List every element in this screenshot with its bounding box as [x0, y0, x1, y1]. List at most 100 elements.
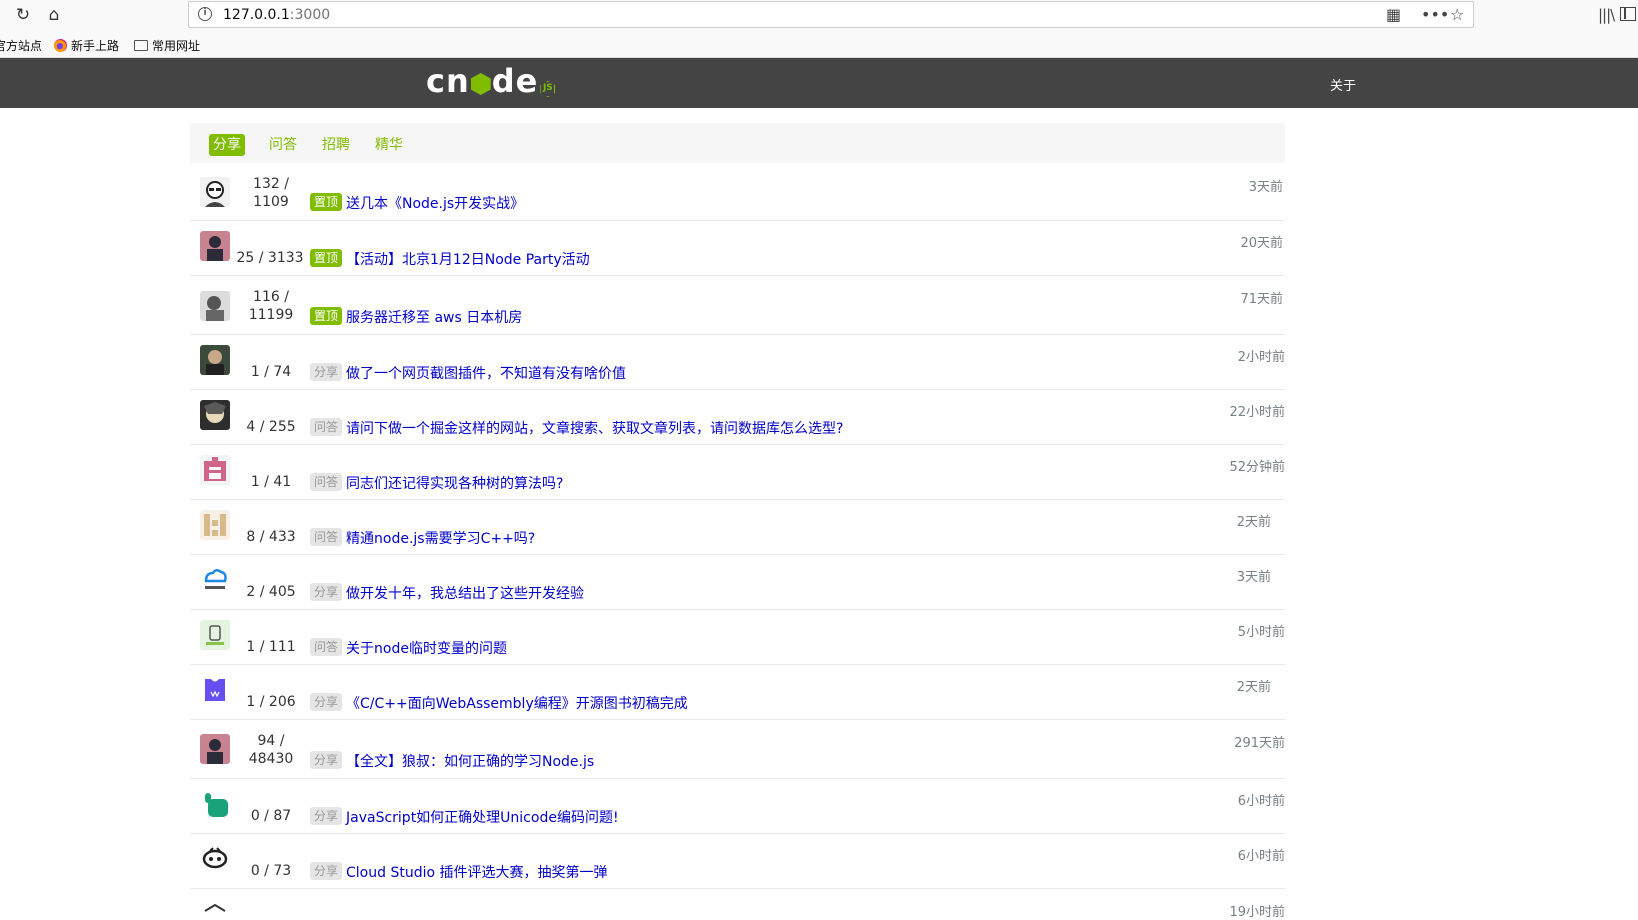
- cnode-logo[interactable]: cn de JS: [426, 62, 556, 100]
- avatar[interactable]: [200, 291, 230, 321]
- visit-count: 206: [268, 694, 296, 710]
- topic-row[interactable]: 25 / 3133 置顶 【活动】北京1月12日Node Party活动 20天…: [190, 221, 1285, 276]
- bookmark-getting-started[interactable]: 新手上路: [54, 37, 119, 54]
- avatar[interactable]: [200, 510, 230, 540]
- reply-visit-count: 1 / 74: [250, 364, 292, 380]
- topic-tag: 置顶: [310, 307, 343, 325]
- topic-title[interactable]: 请问下做一个掘金这样的网站，文章搜索、获取文章列表，请问数据库怎么选型?: [346, 418, 843, 438]
- reply-count: 1: [246, 639, 256, 655]
- topic-time: 20天前: [1240, 236, 1283, 251]
- avatar[interactable]: [200, 789, 230, 819]
- topic-tag: 分享: [310, 583, 343, 601]
- visit-count: 1109: [253, 194, 289, 210]
- topic-title[interactable]: 关于node临时变量的问题: [346, 638, 507, 658]
- avatar[interactable]: [200, 901, 230, 919]
- topic-title[interactable]: 服务器迁移至 aws 日本机房: [346, 307, 522, 327]
- browser-toolbar: ↻ ⌂ i 127.0.0.1:3000 ▦ ••• ☆ |||\: [0, 0, 1638, 30]
- topic-row[interactable]: 0 / 73 分享 Cloud Studio 插件评选大赛，抽奖第一弹 6小时前: [190, 834, 1285, 889]
- topic-tag: 问答: [310, 638, 343, 656]
- avatar[interactable]: [200, 844, 230, 874]
- reply-count: 4: [246, 419, 256, 435]
- address-bar[interactable]: i 127.0.0.1:3000 ▦ ••• ☆: [188, 1, 1474, 28]
- avatar[interactable]: [200, 565, 230, 595]
- reply-visit-count: 25 / 3133: [236, 250, 304, 266]
- avatar[interactable]: [200, 734, 230, 764]
- topic-title[interactable]: 送几本《Node.js开发实战》: [346, 193, 524, 213]
- sidebar-icon[interactable]: [1620, 7, 1636, 21]
- avatar[interactable]: [200, 177, 230, 207]
- topic-time: 5小时前: [1237, 625, 1285, 640]
- bookmark-common-sites[interactable]: 常用网址: [134, 37, 200, 54]
- topic-time: 3天前: [1236, 570, 1271, 585]
- avatar[interactable]: [200, 455, 230, 485]
- reply-visit-count: 0 / 73: [250, 863, 292, 879]
- reply-count: 2: [246, 584, 256, 600]
- topic-row[interactable]: 1 / 206 分享 《C/C++面向WebAssembly编程》开源图书初稿完…: [190, 665, 1285, 720]
- avatar[interactable]: [200, 345, 230, 375]
- reply-visit-count: 1 / 206: [246, 694, 296, 710]
- bookmark-star-icon[interactable]: ☆: [1450, 5, 1464, 25]
- topic-row[interactable]: 1 / 111 问答 关于node临时变量的问题 5小时前: [190, 610, 1285, 665]
- avatar[interactable]: [200, 675, 230, 705]
- page-actions-icon[interactable]: •••: [1421, 5, 1449, 25]
- topic-title[interactable]: 【活动】北京1月12日Node Party活动: [346, 249, 590, 269]
- bookmark-label: 新手上路: [71, 39, 120, 53]
- visit-count: 41: [273, 474, 292, 490]
- visit-count: 3133: [267, 250, 304, 266]
- topic-tag: 分享: [310, 693, 343, 711]
- bookmarks-bar: 官方站点 新手上路 常用网址: [0, 30, 1638, 58]
- topic-time: 19小时前: [1229, 905, 1285, 920]
- avatar[interactable]: [200, 231, 230, 261]
- topic-time: 2天前: [1236, 515, 1271, 530]
- nav-about-link[interactable]: 关于: [1330, 75, 1356, 94]
- tab-share[interactable]: 分享: [209, 134, 245, 156]
- reply-visit-count: 132 /1109: [253, 176, 289, 210]
- visit-count: 255: [268, 419, 296, 435]
- folder-icon: [134, 40, 148, 51]
- topic-title[interactable]: 同志们还记得实现各种树的算法吗?: [346, 473, 563, 493]
- tab-job[interactable]: 招聘: [318, 134, 354, 156]
- bookmark-official-site[interactable]: 官方站点: [0, 37, 42, 54]
- reply-count: 132: [253, 176, 280, 192]
- topic-row[interactable]: 1 / 41 问答 同志们还记得实现各种树的算法吗? 52分钟前: [190, 445, 1285, 500]
- topic-row[interactable]: 94 /48430 分享 【全文】狼叔：如何正确的学习Node.js 291天前: [190, 720, 1285, 779]
- topic-title[interactable]: 【全文】狼叔：如何正确的学习Node.js: [346, 751, 594, 771]
- tab-ask[interactable]: 问答: [265, 134, 301, 156]
- reply-count: 0: [250, 863, 260, 879]
- topic-title[interactable]: 精通node.js需要学习C++吗?: [346, 528, 535, 548]
- tab-good[interactable]: 精华: [371, 134, 407, 156]
- topic-time: 291天前: [1234, 736, 1285, 751]
- library-icon[interactable]: |||\: [1598, 6, 1615, 24]
- visit-count: 111: [268, 639, 296, 655]
- topic-title[interactable]: 做了一个网页截图插件，不知道有没有啥价值: [346, 363, 626, 383]
- topic-row[interactable]: 4 / 255 问答 请问下做一个掘金这样的网站，文章搜索、获取文章列表，请问数…: [190, 390, 1285, 445]
- topic-title[interactable]: 《C/C++面向WebAssembly编程》开源图书初稿完成: [346, 693, 688, 713]
- avatar[interactable]: [200, 620, 230, 650]
- url-text[interactable]: 127.0.0.1:3000: [223, 7, 330, 23]
- site-info-icon[interactable]: i: [198, 7, 212, 21]
- topic-row[interactable]: 132 /1109 置顶 送几本《Node.js开发实战》 3天前: [190, 163, 1285, 221]
- visit-count: 433: [268, 529, 296, 545]
- topic-time: 6小时前: [1237, 849, 1285, 864]
- topic-tag: 分享: [310, 807, 343, 825]
- topic-time: 71天前: [1240, 292, 1283, 307]
- qr-code-icon[interactable]: ▦: [1386, 5, 1401, 25]
- topic-row[interactable]: 116 /11199 置顶 服务器迁移至 aws 日本机房 71天前: [190, 276, 1285, 335]
- topic-title[interactable]: 做开发十年，我总结出了这些开发经验: [346, 583, 584, 603]
- topic-tag: 置顶: [310, 249, 343, 267]
- topic-tag: 问答: [310, 473, 343, 491]
- reply-count: 0: [250, 808, 260, 824]
- topic-title[interactable]: Cloud Studio 插件评选大赛，抽奖第一弹: [346, 862, 607, 882]
- topic-row[interactable]: 2 / 405 分享 做开发十年，我总结出了这些开发经验 3天前: [190, 555, 1285, 610]
- topic-row[interactable]: 0 / 87 分享 JavaScript如何正确处理Unicode编码问题! 6…: [190, 779, 1285, 834]
- home-icon[interactable]: ⌂: [43, 4, 65, 26]
- reload-icon[interactable]: ↻: [12, 4, 34, 26]
- topic-row[interactable]: 1 / 74 分享 做了一个网页截图插件，不知道有没有啥价值 2小时前: [190, 335, 1285, 390]
- firefox-icon: [54, 39, 67, 52]
- reply-visit-count: 116 /11199: [248, 289, 294, 323]
- topic-row[interactable]: 8 / 433 问答 精通node.js需要学习C++吗? 2天前: [190, 500, 1285, 555]
- topic-title[interactable]: JavaScript如何正确处理Unicode编码问题!: [346, 807, 619, 827]
- logo-text-end: de: [491, 62, 539, 100]
- avatar[interactable]: [200, 400, 230, 430]
- visit-count: 11199: [248, 307, 294, 323]
